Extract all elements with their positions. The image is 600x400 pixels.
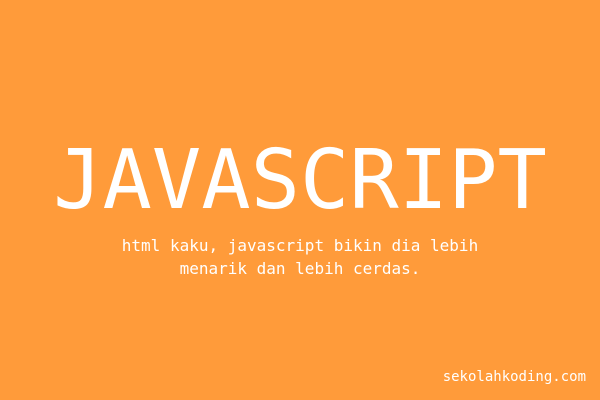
tagline-line-1: html kaku, javascript bikin dia lebih — [121, 236, 479, 255]
tagline: html kaku, javascript bikin dia lebih me… — [0, 234, 600, 280]
headline-title: JAVASCRIPT — [53, 133, 547, 228]
site-url-watermark: sekolahkoding.com — [442, 369, 586, 385]
tagline-line-2: menarik dan lebih cerdas. — [179, 259, 421, 278]
banner-background: JAVASCRIPT html kaku, javascript bikin d… — [0, 0, 600, 400]
